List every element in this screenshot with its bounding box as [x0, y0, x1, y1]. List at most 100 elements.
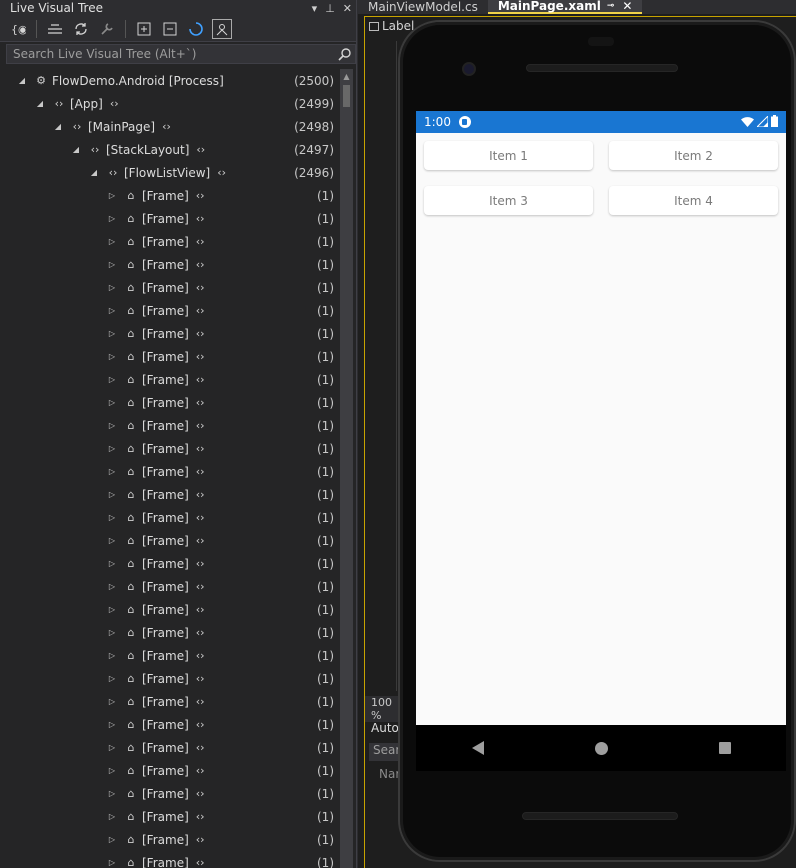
- collapsed-arrow-icon[interactable]: ▷: [106, 306, 118, 315]
- tree-node-frame[interactable]: ▷ ⌂ [Frame] ‹› (1): [0, 759, 340, 782]
- tree-node-frame[interactable]: ▷ ⌂ [Frame] ‹› (1): [0, 368, 340, 391]
- tree-node-frame[interactable]: ▷ ⌂ [Frame] ‹› (1): [0, 552, 340, 575]
- go-to-source-icon[interactable]: ‹›: [196, 212, 205, 225]
- tree-node-frame[interactable]: ▷ ⌂ [Frame] ‹› (1): [0, 621, 340, 644]
- collapsed-arrow-icon[interactable]: ▷: [106, 260, 118, 269]
- go-to-source-icon[interactable]: ‹›: [196, 649, 205, 662]
- tree-node-frame[interactable]: ▷ ⌂ [Frame] ‹› (1): [0, 207, 340, 230]
- tree-node-frame[interactable]: ▷ ⌂ [Frame] ‹› (1): [0, 690, 340, 713]
- go-to-source-icon[interactable]: ‹›: [196, 626, 205, 639]
- tree-node-frame[interactable]: ▷ ⌂ [Frame] ‹› (1): [0, 713, 340, 736]
- go-to-source-icon[interactable]: ‹›: [196, 695, 205, 708]
- collapsed-arrow-icon[interactable]: ▷: [106, 720, 118, 729]
- go-to-source-icon[interactable]: ‹›: [196, 442, 205, 455]
- collapsed-arrow-icon[interactable]: ▷: [106, 214, 118, 223]
- collapsed-arrow-icon[interactable]: ▷: [106, 237, 118, 246]
- expanded-arrow-icon[interactable]: ◢: [70, 145, 82, 154]
- go-to-source-icon[interactable]: ‹›: [196, 787, 205, 800]
- go-to-source-icon[interactable]: ‹›: [196, 534, 205, 547]
- tree-node-frame[interactable]: ▷ ⌂ [Frame] ‹› (1): [0, 529, 340, 552]
- close-icon[interactable]: ✕: [343, 2, 352, 15]
- collapsed-arrow-icon[interactable]: ▷: [106, 191, 118, 200]
- go-to-source-icon[interactable]: ‹›: [196, 833, 205, 846]
- collapsed-arrow-icon[interactable]: ▷: [106, 697, 118, 706]
- go-to-source-icon[interactable]: ‹›: [196, 396, 205, 409]
- tree-node-frame[interactable]: ▷ ⌂ [Frame] ‹› (1): [0, 276, 340, 299]
- go-to-source-icon[interactable]: ‹›: [196, 557, 205, 570]
- tree-node-frame[interactable]: ▷ ⌂ [Frame] ‹› (1): [0, 851, 340, 868]
- collapsed-arrow-icon[interactable]: ▷: [106, 536, 118, 545]
- go-to-source-icon[interactable]: ‹›: [196, 419, 205, 432]
- collapsed-arrow-icon[interactable]: ▷: [106, 812, 118, 821]
- search-icon[interactable]: [338, 47, 352, 61]
- go-to-source-icon[interactable]: ‹›: [196, 580, 205, 593]
- home-icon[interactable]: [594, 741, 608, 755]
- tree-node-frame[interactable]: ▷ ⌂ [Frame] ‹› (1): [0, 667, 340, 690]
- collapsed-arrow-icon[interactable]: ▷: [106, 858, 118, 867]
- tree-node-frame[interactable]: ▷ ⌂ [Frame] ‹› (1): [0, 414, 340, 437]
- tree-node-frame[interactable]: ▷ ⌂ [Frame] ‹› (1): [0, 483, 340, 506]
- go-to-source-icon[interactable]: ‹›: [196, 488, 205, 501]
- tree-node-flowlistview[interactable]: ◢ ‹› [FlowListView] ‹› (2496): [0, 161, 340, 184]
- go-to-source-icon[interactable]: ‹›: [196, 741, 205, 754]
- go-to-source-icon[interactable]: ‹›: [196, 465, 205, 478]
- go-to-source-icon[interactable]: ‹›: [196, 511, 205, 524]
- collapsed-arrow-icon[interactable]: ▷: [106, 674, 118, 683]
- close-tab-icon[interactable]: ✕: [622, 0, 632, 13]
- tab-mainpage-xaml[interactable]: MainPage.xaml ⊸ ✕: [487, 0, 643, 14]
- tree-node-frame[interactable]: ▷ ⌂ [Frame] ‹› (1): [0, 782, 340, 805]
- tree-search-box[interactable]: Search Live Visual Tree (Alt+`): [6, 44, 356, 64]
- collapsed-arrow-icon[interactable]: ▷: [106, 329, 118, 338]
- collapsed-arrow-icon[interactable]: ▷: [106, 605, 118, 614]
- tree-node-mainpage[interactable]: ◢ ‹› [MainPage] ‹› (2498): [0, 115, 340, 138]
- tree-scrollbar[interactable]: ▲: [340, 69, 353, 868]
- collapsed-arrow-icon[interactable]: ▷: [106, 651, 118, 660]
- tree-node-frame[interactable]: ▷ ⌂ [Frame] ‹› (1): [0, 828, 340, 851]
- collapsed-arrow-icon[interactable]: ▷: [106, 398, 118, 407]
- go-to-source-icon[interactable]: ‹›: [217, 166, 226, 179]
- go-to-source-icon[interactable]: ‹›: [196, 810, 205, 823]
- collapsed-arrow-icon[interactable]: ▷: [106, 559, 118, 568]
- scrollbar-thumb[interactable]: [343, 85, 350, 107]
- collapse-all-button[interactable]: [160, 19, 180, 39]
- collapsed-arrow-icon[interactable]: ▷: [106, 766, 118, 775]
- expanded-arrow-icon[interactable]: ◢: [16, 76, 28, 85]
- tree-node-stacklayout[interactable]: ◢ ‹› [StackLayout] ‹› (2497): [0, 138, 340, 161]
- expanded-arrow-icon[interactable]: ◢: [34, 99, 46, 108]
- tree-node-frame[interactable]: ▷ ⌂ [Frame] ‹› (1): [0, 253, 340, 276]
- go-to-source-icon[interactable]: ‹›: [196, 373, 205, 386]
- refresh-tree-button[interactable]: [186, 19, 206, 39]
- expand-all-button[interactable]: [134, 19, 154, 39]
- go-to-source-icon[interactable]: ‹›: [110, 97, 119, 110]
- tree-node-app[interactable]: ◢ ‹› [App] ‹› (2499): [0, 92, 340, 115]
- tree-node-frame[interactable]: ▷ ⌂ [Frame] ‹› (1): [0, 506, 340, 529]
- just-my-xaml-button[interactable]: [212, 18, 232, 39]
- expanded-arrow-icon[interactable]: ◢: [88, 168, 100, 177]
- go-to-source-icon[interactable]: ‹›: [196, 327, 205, 340]
- collapsed-arrow-icon[interactable]: ▷: [106, 513, 118, 522]
- recent-apps-icon[interactable]: [718, 742, 731, 754]
- go-to-source-icon[interactable]: ‹›: [196, 235, 205, 248]
- go-to-source-icon[interactable]: ‹›: [196, 189, 205, 202]
- pin-icon[interactable]: ⊥: [325, 2, 335, 15]
- collapsed-arrow-icon[interactable]: ▷: [106, 789, 118, 798]
- list-item[interactable]: Item 1: [424, 141, 593, 170]
- pin-tab-icon[interactable]: ⊸: [607, 1, 615, 11]
- tree-node-frame[interactable]: ▷ ⌂ [Frame] ‹› (1): [0, 230, 340, 253]
- collapsed-arrow-icon[interactable]: ▷: [106, 628, 118, 637]
- tree-node-frame[interactable]: ▷ ⌂ [Frame] ‹› (1): [0, 575, 340, 598]
- collapsed-arrow-icon[interactable]: ▷: [106, 421, 118, 430]
- dropdown-icon[interactable]: ▾: [312, 2, 318, 15]
- tree-node-frame[interactable]: ▷ ⌂ [Frame] ‹› (1): [0, 345, 340, 368]
- go-to-source-icon[interactable]: ‹›: [162, 120, 171, 133]
- collapsed-arrow-icon[interactable]: ▷: [106, 743, 118, 752]
- go-to-source-icon[interactable]: ‹›: [196, 258, 205, 271]
- tree-node-frame[interactable]: ▷ ⌂ [Frame] ‹› (1): [0, 184, 340, 207]
- settings-tool-button[interactable]: [97, 19, 117, 39]
- search-input[interactable]: Search Live Visual Tree (Alt+`): [13, 47, 196, 61]
- collapsed-arrow-icon[interactable]: ▷: [106, 582, 118, 591]
- label-chip[interactable]: Label: [369, 19, 414, 33]
- tree-node-frame[interactable]: ▷ ⌂ [Frame] ‹› (1): [0, 391, 340, 414]
- tree-node-frame[interactable]: ▷ ⌂ [Frame] ‹› (1): [0, 736, 340, 759]
- go-to-source-icon[interactable]: ‹›: [196, 718, 205, 731]
